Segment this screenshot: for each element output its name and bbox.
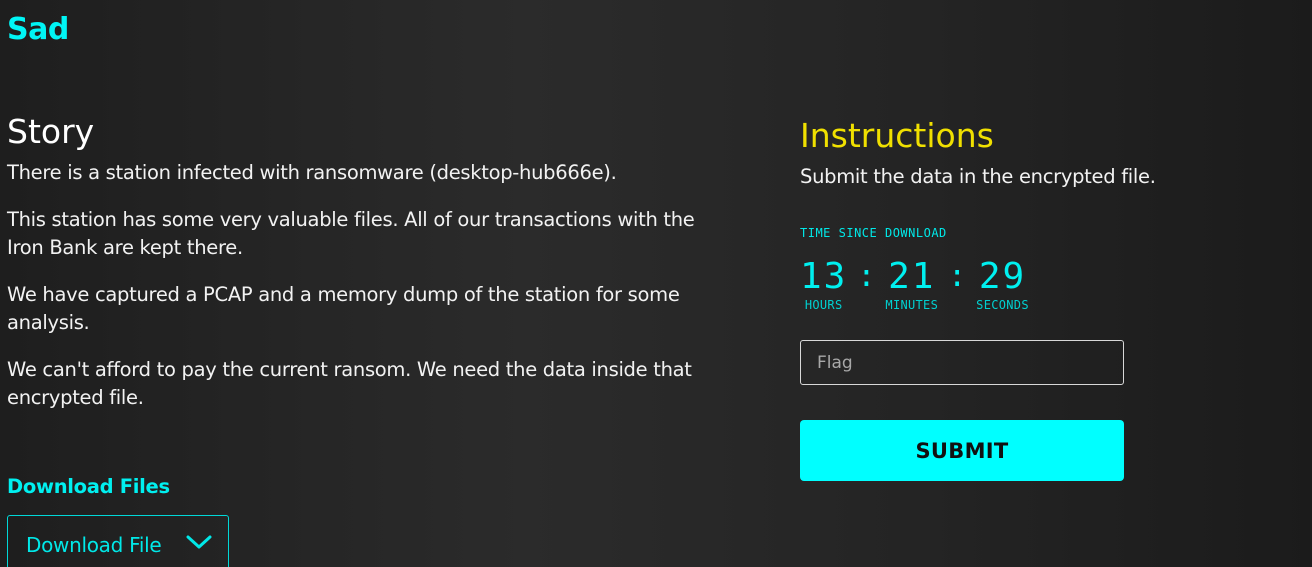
instructions-section: Instructions Submit the data in the encr… (800, 116, 1220, 188)
timer-minutes-value: 21 (888, 256, 936, 297)
timer-caption: TIME SINCE DOWNLOAD (800, 226, 947, 240)
download-file-dropdown[interactable]: Download File (7, 515, 229, 567)
submit-button[interactable]: SUBMIT (800, 420, 1124, 481)
timer-separator: : (948, 259, 967, 294)
instructions-text: Submit the data in the encrypted file. (800, 165, 1156, 188)
flag-input[interactable] (800, 340, 1124, 385)
timer-seconds-label: SECONDS (976, 298, 1029, 312)
instructions-heading: Instructions (800, 116, 994, 155)
timer-seconds: 29 SECONDS (976, 256, 1029, 312)
timer-hours-label: HOURS (804, 298, 843, 312)
story-paragraph-4: We can't afford to pay the current ranso… (7, 358, 692, 409)
story-paragraph-2: This station has some very valuable file… (7, 208, 695, 259)
story-heading: Story (7, 112, 95, 151)
timer-minutes-label: MINUTES (885, 298, 939, 312)
timer-hours: 13 HOURS (800, 256, 847, 312)
timer-hours-value: 13 (800, 256, 848, 297)
timer-separator: : (857, 259, 876, 294)
story-section: Story There is a station infected with r… (7, 112, 697, 431)
timer-seconds-value: 29 (978, 256, 1027, 297)
download-files-heading: Download Files (7, 475, 170, 498)
download-timer: 13 HOURS : 21 MINUTES : 29 SECONDS (800, 256, 1029, 312)
download-file-label: Download File (26, 533, 162, 557)
story-paragraph-3: We have captured a PCAP and a memory dum… (7, 283, 680, 334)
page-title: Sad (7, 12, 69, 47)
chevron-down-icon (186, 535, 212, 549)
timer-minutes: 21 MINUTES (885, 256, 938, 312)
story-paragraph-1: There is a station infected with ransomw… (7, 161, 617, 184)
